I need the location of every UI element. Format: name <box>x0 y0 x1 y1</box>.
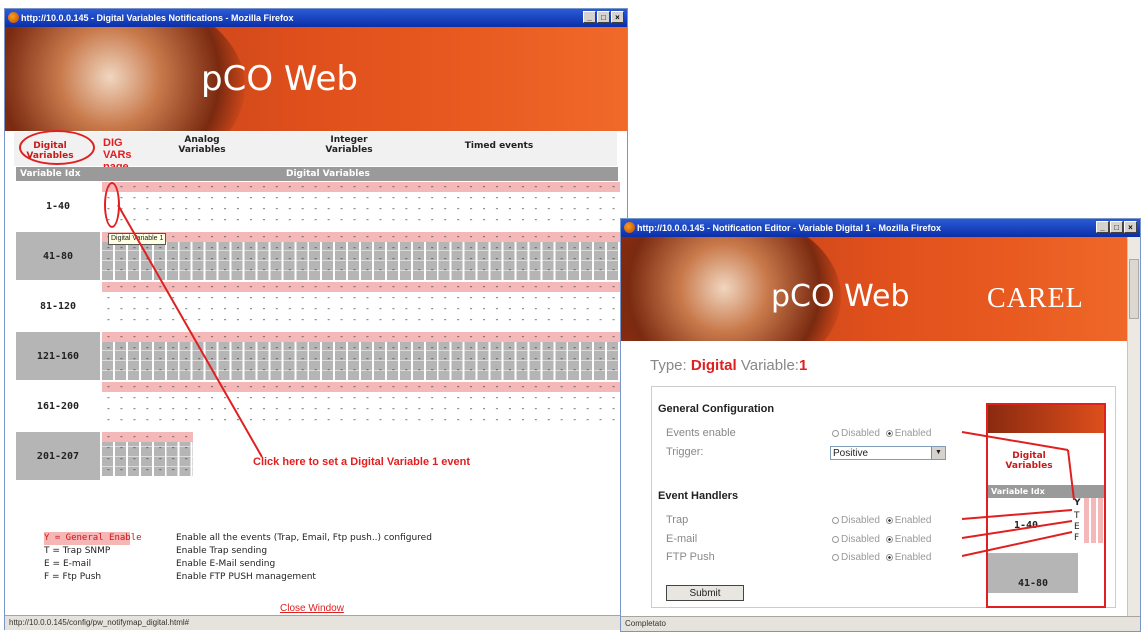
annotation-lines-right <box>961 431 1075 557</box>
